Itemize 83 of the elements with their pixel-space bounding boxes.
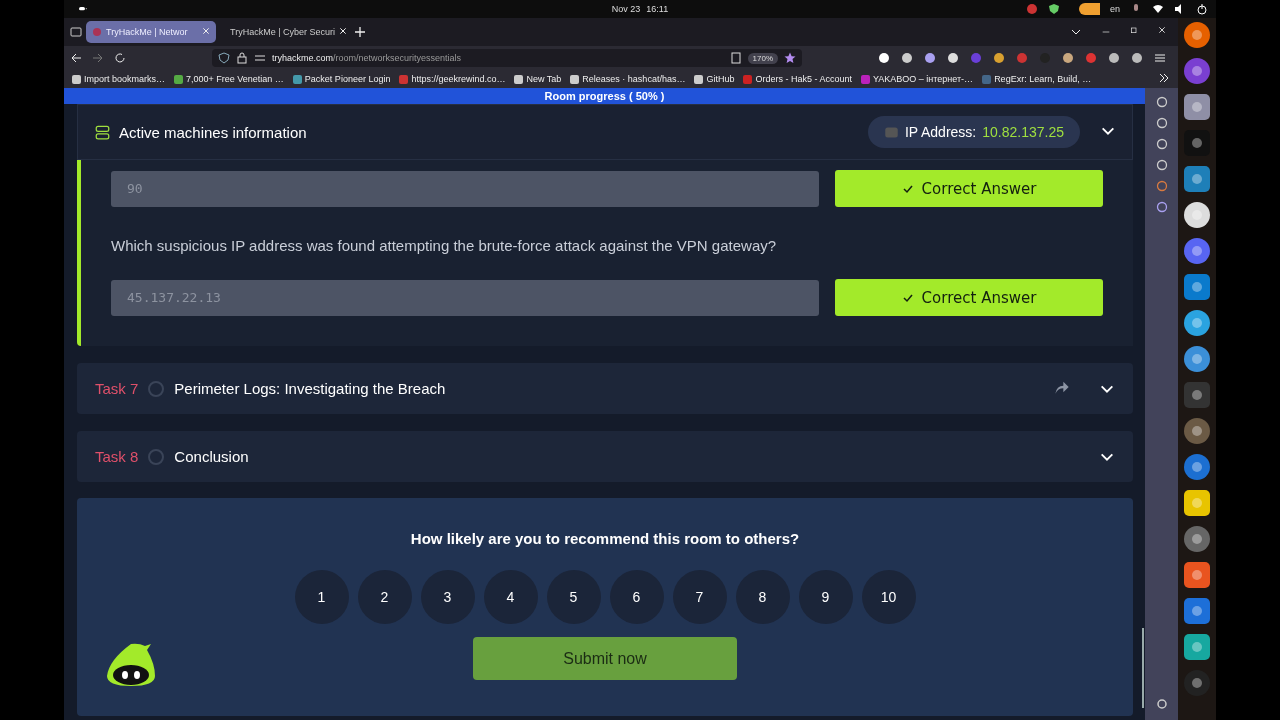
ip-address-pill: IP Address: 10.82.137.25 [867, 116, 1080, 148]
bookmark-icon [743, 74, 753, 84]
bookmark-link[interactable]: Packet Pioneer Login [292, 74, 391, 84]
sidebar-tool-icon[interactable] [1155, 180, 1168, 192]
bookmark-link[interactable]: GitHub [694, 74, 735, 84]
bookmark-icon [514, 74, 524, 84]
star-icon[interactable] [784, 52, 796, 64]
rating-option[interactable]: 1 [294, 570, 349, 624]
rating-option[interactable]: 4 [483, 570, 538, 624]
server-icon [94, 124, 111, 140]
question-text: Which suspicious IP address was found attempting the brute-force attack against the VPN gateway? [111, 237, 778, 254]
machines-title: Active machines information [119, 123, 307, 141]
time-text[interactable]: 16:11 [646, 4, 669, 14]
rating-option[interactable]: 3 [420, 570, 475, 624]
extension-icon[interactable] [993, 52, 1005, 64]
correct-answer-button[interactable]: Correct Answer [835, 170, 1103, 207]
bookmark-icon [399, 74, 409, 84]
bookmark-icon [72, 74, 81, 84]
bookmark-icon [174, 74, 184, 84]
bookmark-icon [982, 74, 992, 84]
back-icon[interactable] [70, 52, 82, 64]
lock-icon [236, 52, 248, 64]
correct-answer-button[interactable]: Correct Answer [835, 279, 1103, 316]
more-bookmarks-icon[interactable] [1158, 72, 1170, 84]
address-bar[interactable]: tryhackme.com/room/networksecurityessentials 170% [212, 49, 802, 67]
power-icon[interactable] [1196, 3, 1208, 15]
task-header[interactable]: Task 7 Perimeter Logs: Investigating the Breach [77, 363, 1133, 414]
zoom-level[interactable]: 170% [747, 52, 778, 64]
bookmark-link[interactable]: 7,000+ Free Venetian … [174, 74, 284, 84]
bookmark-link[interactable]: YAKABOO – інтернет-… [860, 74, 974, 84]
extension-icon[interactable] [947, 52, 959, 64]
reload-icon[interactable] [114, 52, 126, 64]
record-icon[interactable] [1026, 3, 1038, 15]
room-progress-banner: Room progress ( 50% ) [64, 88, 1145, 104]
close-icon[interactable] [1158, 26, 1166, 34]
rating-option[interactable]: 8 [735, 570, 790, 624]
rating-option[interactable]: 9 [798, 570, 853, 624]
new-tab-icon[interactable] [354, 26, 366, 38]
extension-icon[interactable] [1108, 52, 1120, 64]
bookmark-link[interactable]: https://geekrewind.co… [399, 74, 506, 84]
sidebar-tool-icon[interactable] [1155, 138, 1168, 150]
reader-icon[interactable] [729, 52, 742, 64]
rating-option[interactable]: 6 [609, 570, 664, 624]
extension-icon[interactable] [924, 52, 936, 64]
bookmark-icon [860, 74, 870, 84]
shield-icon [218, 52, 230, 64]
restore-icon[interactable] [1130, 26, 1138, 34]
rating-option[interactable]: 2 [357, 570, 412, 624]
bookmark-link[interactable]: RegExr: Learn, Build, … [982, 74, 1092, 84]
extension-icon[interactable] [1062, 52, 1074, 64]
bookmark-link[interactable]: Import bookmarks… [72, 74, 166, 84]
permissions-icon [254, 52, 266, 64]
scrollbar-thumb[interactable] [1142, 628, 1144, 708]
sidebar-tool-icon[interactable] [1155, 96, 1168, 108]
bookmark-link[interactable]: Releases · hashcat/has… [570, 74, 686, 84]
date-text[interactable]: Nov 23 [611, 4, 641, 14]
submit-button[interactable]: Submit now [473, 637, 737, 680]
tab-list-icon[interactable] [70, 26, 82, 38]
shield-icon[interactable] [1048, 3, 1060, 15]
close-icon[interactable] [339, 27, 348, 35]
task-header[interactable]: Task 8 Conclusion [77, 431, 1133, 482]
site-icon [92, 27, 102, 37]
menu-icon[interactable] [1154, 52, 1166, 64]
rating-option[interactable]: 7 [672, 570, 727, 624]
wifi-icon[interactable] [1152, 3, 1164, 15]
sidebar-tool-icon[interactable] [1155, 117, 1168, 129]
rating-question: How likely are you to recommend this room to others? [410, 530, 800, 547]
sidebar-tool-icon[interactable] [1155, 159, 1168, 171]
browser-tab[interactable]: TryHackMe | Networ [86, 21, 216, 43]
extension-icon[interactable] [901, 52, 913, 64]
forward-icon[interactable] [92, 52, 104, 64]
rating-option[interactable]: 5 [546, 570, 601, 624]
bookmark-icon [570, 74, 580, 84]
bookmark-icon [694, 74, 704, 84]
sidebar-tool-icon[interactable] [1155, 201, 1168, 213]
rating-option[interactable]: 10 [861, 570, 916, 624]
extension-icon[interactable] [878, 52, 890, 64]
bookmark-icon [292, 74, 302, 84]
extension-icon[interactable] [1131, 52, 1143, 64]
bookmark-link[interactable]: Orders - Hak5 - Account [743, 74, 852, 84]
bookmark-link[interactable]: New Tab [514, 74, 562, 84]
language-indicator[interactable]: en [1110, 4, 1120, 14]
browser-tab[interactable]: TryHackMe | Cyber Securi [220, 21, 350, 43]
